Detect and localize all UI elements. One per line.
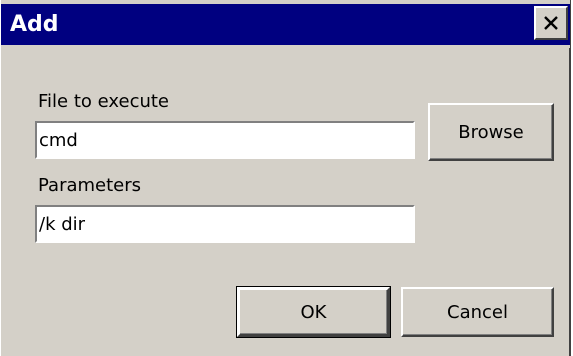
ok-button-label: OK xyxy=(300,301,327,323)
file-to-execute-label: File to execute xyxy=(38,91,170,112)
browse-button[interactable]: Browse xyxy=(428,103,554,161)
ok-button[interactable]: OK xyxy=(236,286,391,338)
parameters-input[interactable] xyxy=(35,205,415,243)
close-icon xyxy=(544,16,558,30)
browse-button-label: Browse xyxy=(458,121,524,143)
add-dialog: Add File to execute Browse Parameters OK… xyxy=(0,0,571,356)
title-bar[interactable]: Add xyxy=(1,0,570,48)
cancel-button-label: Cancel xyxy=(447,301,508,323)
file-to-execute-input[interactable] xyxy=(35,121,415,159)
parameters-label: Parameters xyxy=(38,175,142,196)
dialog-title: Add xyxy=(10,12,59,37)
cancel-button[interactable]: Cancel xyxy=(401,287,554,337)
close-button[interactable] xyxy=(534,6,568,40)
